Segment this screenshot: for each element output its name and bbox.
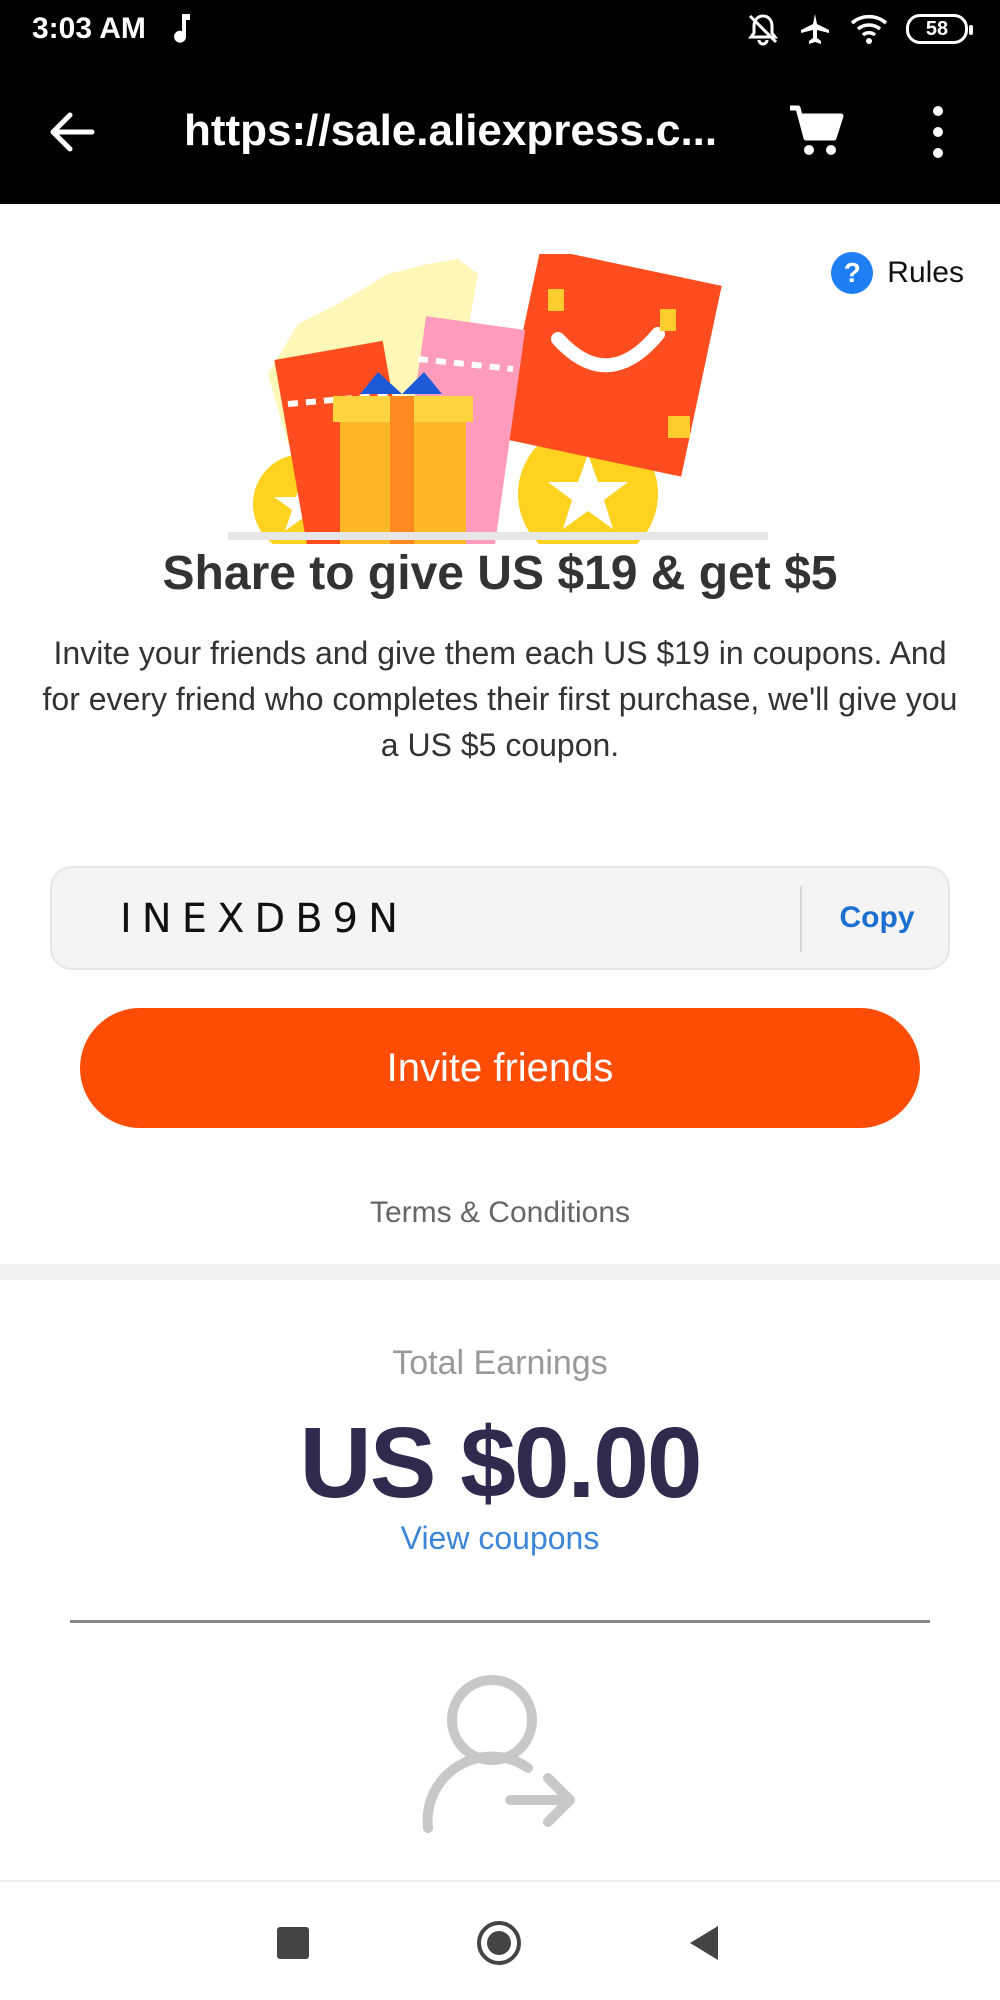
invite-user-icon (422, 1675, 575, 1833)
wifi-icon (850, 15, 888, 44)
promo-headline: Share to give US $19 & get $5 (162, 547, 838, 600)
divider (70, 1620, 930, 1623)
silent-icon (748, 14, 778, 46)
airplane-icon (801, 14, 829, 44)
terms-link[interactable]: Terms & Conditions (0, 1196, 1000, 1230)
battery-level: 58 (925, 17, 949, 40)
invite-friends-button[interactable]: Invite friends (80, 1008, 920, 1128)
gift-illustration (228, 254, 768, 544)
more-vertical-icon[interactable] (920, 106, 956, 158)
cart-icon[interactable] (786, 100, 846, 160)
home-icon[interactable] (474, 1918, 524, 1968)
back-icon[interactable] (680, 1918, 730, 1968)
help-icon: ? (831, 252, 874, 294)
system-nav-bar (0, 1880, 1000, 2000)
earnings-value: US $0.00 (299, 1407, 703, 1519)
status-time: 3:03 AM (32, 12, 146, 45)
rules-button[interactable]: ? Rules (831, 252, 964, 294)
status-icons: 58 (746, 12, 973, 46)
invite-code-box: INEXDB9N Copy (50, 866, 950, 970)
copy-button[interactable]: Copy (802, 868, 952, 968)
url-text[interactable]: https://sale.aliexpress.c... (184, 106, 724, 156)
earnings-label: Total Earnings (392, 1344, 608, 1382)
promo-description: Invite your friends and give them each U… (42, 635, 958, 763)
status-bar: 3:03 AM 58 (0, 0, 1000, 60)
battery-icon: 58 (906, 14, 973, 44)
view-coupons-link[interactable]: View coupons (0, 1520, 1000, 1557)
invite-code: INEXDB9N (120, 896, 409, 942)
music-note-icon (174, 14, 190, 43)
back-arrow-icon[interactable] (44, 104, 100, 160)
section-separator (0, 1264, 1000, 1280)
rules-label: Rules (887, 256, 964, 289)
recent-apps-icon[interactable] (268, 1918, 318, 1968)
browser-toolbar: https://sale.aliexpress.c... (0, 60, 1000, 204)
